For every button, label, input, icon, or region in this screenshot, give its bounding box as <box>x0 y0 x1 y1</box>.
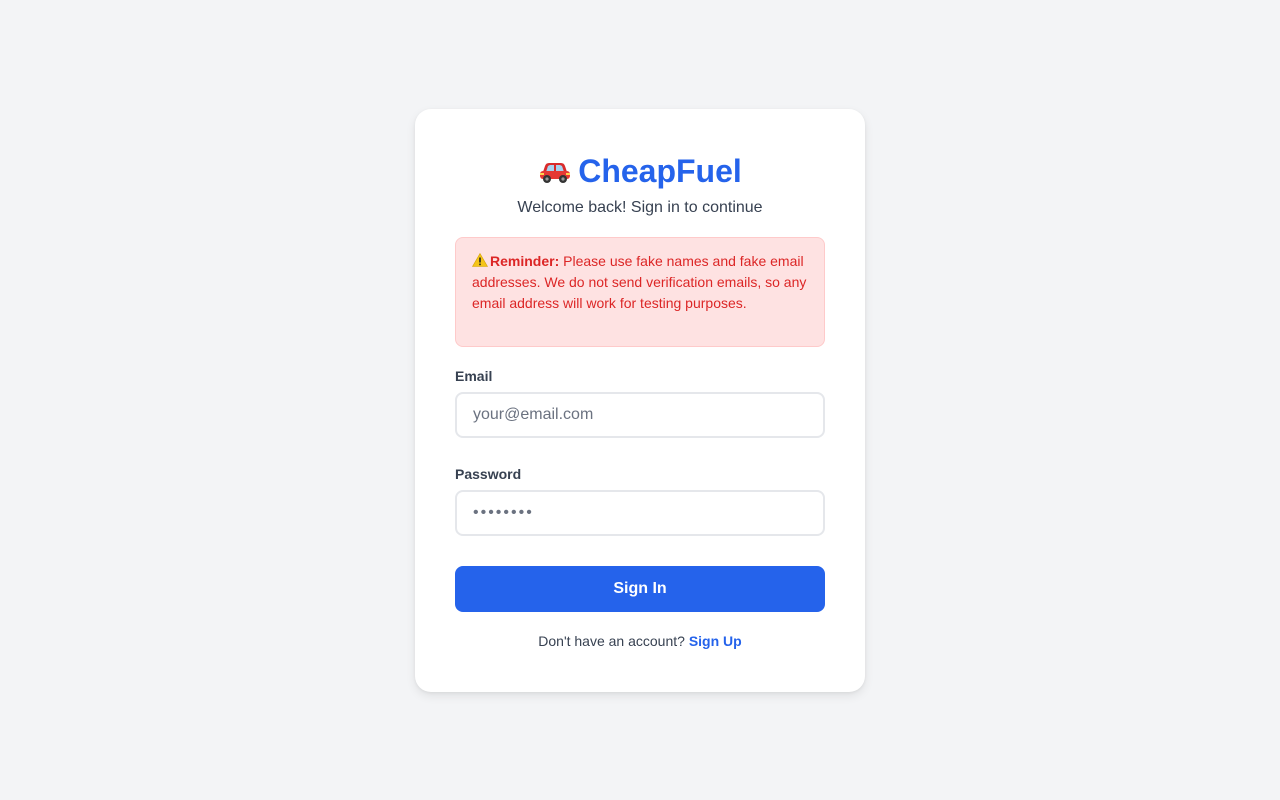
brand-name: CheapFuel <box>578 153 742 189</box>
signup-prompt: Don't have an account? Sign Up <box>455 632 825 650</box>
reminder-alert: Reminder: Please use fake names and fake… <box>455 237 825 347</box>
alert-title: Reminder: <box>490 253 560 269</box>
car-icon <box>538 157 572 185</box>
sign-up-link[interactable]: Sign Up <box>689 633 742 649</box>
password-input[interactable] <box>455 490 825 536</box>
sign-in-button[interactable]: Sign In <box>455 566 825 612</box>
page-subtitle: Welcome back! Sign in to continue <box>517 199 763 216</box>
signup-prompt-text: Don't have an account? <box>538 633 689 649</box>
brand-header: CheapFuel <box>455 151 825 191</box>
password-label: Password <box>455 466 522 482</box>
email-input[interactable] <box>455 392 825 438</box>
warning-icon <box>471 252 489 267</box>
email-label: Email <box>455 368 493 384</box>
login-card: CheapFuel Welcome back! Sign in to conti… <box>415 109 865 692</box>
